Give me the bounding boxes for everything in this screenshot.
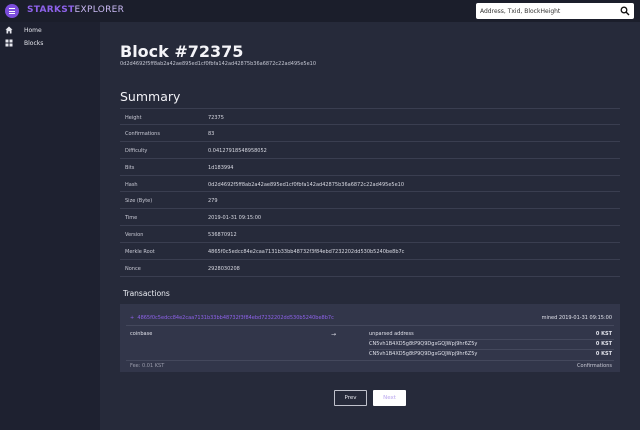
summary-key: Version	[125, 232, 144, 239]
page-title: Block #72375	[120, 42, 244, 61]
summary-value: 72375	[208, 115, 224, 121]
sidebar-item-label: Blocks	[24, 40, 44, 47]
transaction-link[interactable]: + 4865f0c5edcc84e2caa7131b33bb48732f3f84…	[130, 315, 334, 321]
brand-name-part2: EXPLORER	[74, 5, 125, 15]
summary-key: Difficulty	[125, 147, 148, 154]
search-icon[interactable]	[620, 6, 630, 16]
divider	[369, 339, 614, 340]
summary-row-hash: Hash 0d2d4692f5ff8ab2a42ae895ed1cf0fbfa14…	[120, 176, 620, 193]
transaction-input: coinbase	[130, 331, 153, 337]
search-input[interactable]	[480, 3, 616, 19]
arrow-right-icon: →	[331, 331, 337, 338]
summary-key: Hash	[125, 181, 138, 188]
plus-icon: +	[130, 315, 135, 321]
summary-value: 279	[208, 198, 218, 205]
home-icon	[5, 26, 13, 34]
summary-value: 83	[208, 130, 215, 137]
summary-value: 0.04127918548958052	[208, 147, 267, 154]
summary-key: Merkle Root	[125, 249, 155, 256]
summary-row-time: Time 2019-01-31 09:15:00	[120, 209, 620, 227]
sidebar-item-label: Home	[24, 27, 42, 34]
sidebar-item-home[interactable]: Home	[0, 24, 100, 37]
output-amount: 0 KST	[595, 331, 612, 337]
summary-row-nonce: Nonce 2928030208	[120, 260, 620, 277]
divider	[126, 325, 614, 326]
summary-row-height: Height 72375	[120, 108, 620, 125]
summary-key: Nonce	[125, 266, 141, 273]
block-hash: 0d2d4692f5ff8ab2a42ae895ed1cf0fbfa142ad4…	[120, 61, 317, 67]
summary-heading: Summary	[120, 89, 181, 104]
top-bar: STARKSTEXPLORER	[0, 0, 640, 22]
transaction-id: 4865f0c5edcc84e2caa7131b33bb48732f3f84eb…	[137, 315, 334, 321]
summary-key: Height	[125, 115, 142, 121]
summary-value: 1d183994	[208, 164, 234, 171]
summary-value: 536870912	[208, 232, 237, 239]
output-amount: 0 KST	[595, 351, 612, 357]
transactions-heading: Transactions	[123, 289, 170, 298]
brand-logo[interactable]: STARKSTEXPLORER	[27, 5, 124, 15]
output-address[interactable]: CN5vh1B4XD5g8tP9Q9DgxGQJWpj9hr6Z5y	[369, 341, 477, 347]
summary-row-size: Size (Byte) 279	[120, 192, 620, 210]
summary-key: Size (Byte)	[125, 198, 153, 205]
prev-button[interactable]: Prev	[334, 390, 367, 406]
summary-value: 0d2d4692f5ff8ab2a42ae895ed1cf0fbfa142ad4…	[208, 181, 405, 188]
output-amount: 0 KST	[595, 341, 612, 347]
output-address: unparsed address	[369, 331, 414, 337]
summary-key: Bits	[125, 164, 135, 171]
summary-row-difficulty: Difficulty 0.04127918548958052	[120, 142, 620, 159]
summary-row-confirmations: Confirmations 83	[120, 125, 620, 142]
sidebar-item-blocks[interactable]: Blocks	[0, 37, 100, 50]
next-button[interactable]: Next	[373, 390, 406, 406]
summary-key: Time	[125, 215, 138, 222]
summary-value: 2928030208	[208, 266, 240, 273]
transaction-card: + 4865f0c5edcc84e2caa7131b33bb48732f3f84…	[120, 304, 620, 372]
transaction-confirmations: Confirmations	[577, 363, 612, 369]
summary-row-version: Version 536870912	[120, 226, 620, 244]
transaction-time: mined 2019-01-31 09:15:00	[541, 315, 612, 321]
output-address[interactable]: CN5vh1B4XD5g8tP9Q9DgxGQJWpj9hr6Z5y	[369, 351, 477, 357]
summary-table: Height 72375 Confirmations 83 Difficulty 0.…	[120, 108, 620, 277]
menu-icon[interactable]	[5, 4, 19, 18]
blocks-icon	[5, 39, 13, 47]
sidebar: Home Blocks	[0, 22, 100, 430]
search-box	[476, 3, 634, 19]
summary-row-bits: Bits 1d183994	[120, 159, 620, 176]
transaction-fee: Fee: 0.01 KST	[130, 363, 165, 369]
divider	[126, 360, 614, 361]
summary-value: 2019-01-31 09:15:00	[208, 215, 262, 222]
summary-key: Confirmations	[125, 130, 160, 137]
summary-value: 4865f0c5edcc84e2caa7131b33bb48732f3f84eb…	[208, 249, 405, 256]
divider	[369, 349, 614, 350]
summary-row-merkle-root: Merkle Root 4865f0c5edcc84e2caa7131b33bb4…	[120, 243, 620, 261]
main-content: Block #72375 0d2d4692f5ff8ab2a42ae895ed1…	[100, 22, 640, 430]
brand-name-part1: STARKST	[27, 5, 75, 15]
